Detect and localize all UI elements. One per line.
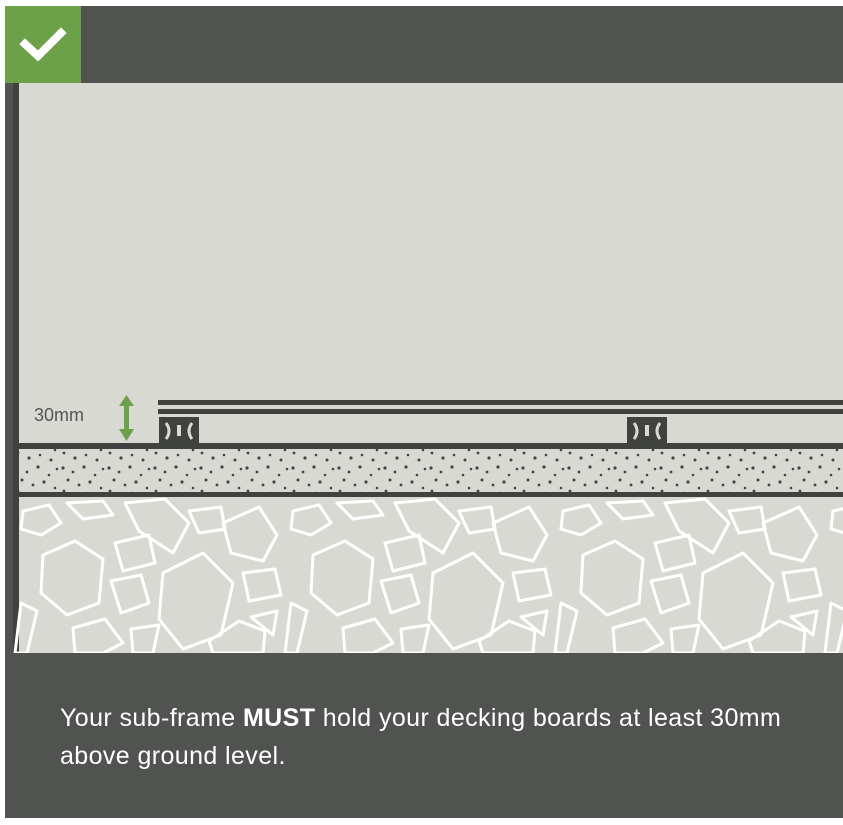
spacer-clip bbox=[627, 417, 667, 444]
spacer-clip bbox=[159, 417, 199, 444]
caption-emphasis: MUST bbox=[242, 704, 316, 732]
height-label: 30mm bbox=[34, 405, 85, 425]
gravel-layer bbox=[13, 443, 843, 497]
height-arrow-icon bbox=[119, 395, 134, 441]
checkmark-icon bbox=[19, 27, 67, 62]
caption-text: Your sub-frame MUST hold your decking bo… bbox=[60, 699, 820, 775]
info-card: 30mm Your sub-frame MUST hold your decki… bbox=[5, 6, 843, 818]
decking-boards bbox=[158, 400, 843, 414]
decking-cross-section-diagram: 30mm bbox=[13, 83, 843, 653]
caption-part1: Your sub-frame bbox=[60, 704, 243, 732]
hardcore-stone-layer bbox=[13, 497, 843, 653]
checkmark-badge bbox=[5, 6, 81, 83]
